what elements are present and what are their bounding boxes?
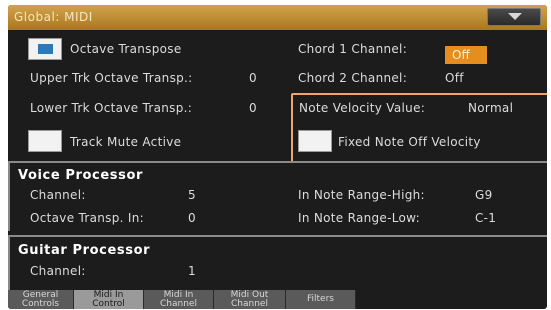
page-menu-button[interactable] xyxy=(487,8,541,26)
section-divider xyxy=(8,235,547,237)
note-velocity-label: Note Velocity Value: xyxy=(299,101,426,115)
guitar-processor-heading: Guitar Processor xyxy=(18,243,151,258)
tab-midi-in-channel[interactable]: Midi In Channel xyxy=(144,290,214,309)
checkbox-fill xyxy=(38,44,53,54)
octave-transpose-label: Octave Transpose xyxy=(70,42,182,56)
fixed-note-off-checkbox[interactable] xyxy=(298,130,332,152)
page-title: Global: MIDI xyxy=(14,10,93,24)
chord2-channel-label: Chord 2 Channel: xyxy=(298,71,408,85)
range-high-value[interactable]: G9 xyxy=(475,188,493,202)
upper-trk-octave-value[interactable]: 0 xyxy=(249,71,257,85)
voice-octave-transp-label: Octave Transp. In: xyxy=(30,211,144,225)
chord2-channel-value[interactable]: Off xyxy=(445,71,464,85)
tab-label-line2: Controls xyxy=(21,299,60,309)
section-divider xyxy=(8,161,547,163)
note-velocity-value[interactable]: Normal xyxy=(468,101,513,115)
voice-channel-label: Channel: xyxy=(30,188,86,202)
tab-bar: General Controls Midi In Control Midi In… xyxy=(8,290,547,309)
tab-general-controls[interactable]: General Controls xyxy=(8,290,74,309)
voice-channel-value[interactable]: 5 xyxy=(188,188,196,202)
tab-label-line2: Channel xyxy=(160,299,197,309)
title-bar: Global: MIDI xyxy=(8,5,547,30)
section-border xyxy=(8,235,10,290)
upper-trk-octave-label: Upper Trk Octave Transp.: xyxy=(30,71,193,85)
section-border xyxy=(8,161,10,231)
voice-octave-transp-value[interactable]: 0 xyxy=(188,211,196,225)
chord1-channel-label: Chord 1 Channel: xyxy=(298,42,408,56)
tab-label-line2: Control xyxy=(92,299,125,309)
lower-trk-octave-value[interactable]: 0 xyxy=(249,101,257,115)
guitar-channel-value[interactable]: 1 xyxy=(188,264,196,278)
midi-settings-screen: Global: MIDI Octave Transpose Upper Trk … xyxy=(8,5,547,309)
tab-midi-out-channel[interactable]: Midi Out Channel xyxy=(214,290,286,309)
tab-label-line2: Channel xyxy=(231,299,268,309)
tab-midi-in-control[interactable]: Midi In Control xyxy=(74,290,144,309)
range-low-label: In Note Range-Low: xyxy=(298,211,420,225)
fixed-note-off-label: Fixed Note Off Velocity xyxy=(338,135,481,149)
range-low-value[interactable]: C-1 xyxy=(475,211,496,225)
track-mute-label: Track Mute Active xyxy=(70,135,182,149)
octave-transpose-checkbox[interactable] xyxy=(28,38,62,60)
lower-trk-octave-label: Lower Trk Octave Transp.: xyxy=(30,101,193,115)
chevron-down-icon xyxy=(508,13,522,20)
track-mute-checkbox[interactable] xyxy=(28,130,62,152)
tab-filters[interactable]: Filters xyxy=(286,290,356,309)
chord1-channel-value[interactable]: Off xyxy=(445,46,487,64)
tab-label-line1: Filters xyxy=(307,294,334,304)
voice-processor-heading: Voice Processor xyxy=(18,168,143,183)
guitar-channel-label: Channel: xyxy=(30,264,86,278)
range-high-label: In Note Range-High: xyxy=(298,188,425,202)
